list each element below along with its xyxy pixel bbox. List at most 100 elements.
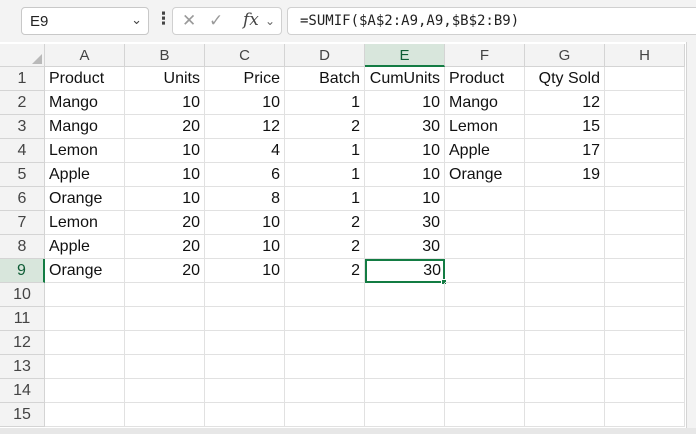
cell-c12[interactable] [205, 331, 285, 355]
active-cell[interactable]: 30 [365, 259, 445, 283]
cell-c8[interactable]: 10 [205, 235, 285, 259]
column-header-f[interactable]: F [445, 44, 525, 67]
cell-b3[interactable]: 20 [125, 115, 205, 139]
cell-g8[interactable] [525, 235, 605, 259]
cell-h12[interactable] [605, 331, 685, 355]
cell-g6[interactable] [525, 187, 605, 211]
cell-c13[interactable] [205, 355, 285, 379]
cell-c15[interactable] [205, 403, 285, 427]
cell-g10[interactable] [525, 283, 605, 307]
chevron-down-icon[interactable]: ⌄ [265, 14, 275, 28]
cell-a12[interactable] [45, 331, 125, 355]
formula-input[interactable]: =SUMIF($A$2:A9,A9,$B$2:B9) [287, 7, 696, 35]
row-header-14[interactable]: 14 [0, 379, 45, 403]
cell-e7[interactable]: 30 [365, 211, 445, 235]
cell-d9[interactable]: 2 [285, 259, 365, 283]
cell-c3[interactable]: 12 [205, 115, 285, 139]
cell-e6[interactable]: 10 [365, 187, 445, 211]
cell-f7[interactable] [445, 211, 525, 235]
column-header-d[interactable]: D [285, 44, 365, 67]
row-header-13[interactable]: 13 [0, 355, 45, 379]
cell-e12[interactable] [365, 331, 445, 355]
cell-c6[interactable]: 8 [205, 187, 285, 211]
cell-h5[interactable] [605, 163, 685, 187]
cell-a8[interactable]: Apple [45, 235, 125, 259]
cell-b14[interactable] [125, 379, 205, 403]
cell-d13[interactable] [285, 355, 365, 379]
check-icon[interactable]: ✓ [209, 11, 223, 31]
cell-h14[interactable] [605, 379, 685, 403]
cell-f10[interactable] [445, 283, 525, 307]
cell-b9[interactable]: 20 [125, 259, 205, 283]
cell-a7[interactable]: Lemon [45, 211, 125, 235]
cell-b12[interactable] [125, 331, 205, 355]
cell-e2[interactable]: 10 [365, 91, 445, 115]
cell-h1[interactable] [605, 67, 685, 91]
cell-e13[interactable] [365, 355, 445, 379]
cell-f1[interactable]: Product [445, 67, 525, 91]
cell-a11[interactable] [45, 307, 125, 331]
cell-f2[interactable]: Mango [445, 91, 525, 115]
cell-c10[interactable] [205, 283, 285, 307]
cell-e10[interactable] [365, 283, 445, 307]
row-header-4[interactable]: 4 [0, 139, 45, 163]
column-header-g[interactable]: G [525, 44, 605, 67]
cell-b15[interactable] [125, 403, 205, 427]
column-header-e[interactable]: E [365, 44, 445, 67]
cell-d14[interactable] [285, 379, 365, 403]
cell-b10[interactable] [125, 283, 205, 307]
cell-b2[interactable]: 10 [125, 91, 205, 115]
cell-d6[interactable]: 1 [285, 187, 365, 211]
x-icon[interactable]: ✕ [182, 11, 196, 31]
vertical-dots-icon[interactable]: ⋮ [155, 9, 172, 29]
cell-b11[interactable] [125, 307, 205, 331]
cell-g12[interactable] [525, 331, 605, 355]
cell-c4[interactable]: 4 [205, 139, 285, 163]
cell-d3[interactable]: 2 [285, 115, 365, 139]
row-header-12[interactable]: 12 [0, 331, 45, 355]
cell-h9[interactable] [605, 259, 685, 283]
cell-g9[interactable] [525, 259, 605, 283]
cell-f14[interactable] [445, 379, 525, 403]
cell-b4[interactable]: 10 [125, 139, 205, 163]
cell-g1[interactable]: Qty Sold [525, 67, 605, 91]
cell-g7[interactable] [525, 211, 605, 235]
cell-e15[interactable] [365, 403, 445, 427]
cell-a4[interactable]: Lemon [45, 139, 125, 163]
cell-e4[interactable]: 10 [365, 139, 445, 163]
cell-b5[interactable]: 10 [125, 163, 205, 187]
cell-a10[interactable] [45, 283, 125, 307]
cell-g13[interactable] [525, 355, 605, 379]
row-header-10[interactable]: 10 [0, 283, 45, 307]
cell-e3[interactable]: 30 [365, 115, 445, 139]
chevron-down-icon[interactable]: ⌄ [131, 12, 142, 28]
row-header-8[interactable]: 8 [0, 235, 45, 259]
cell-h4[interactable] [605, 139, 685, 163]
cell-e11[interactable] [365, 307, 445, 331]
cell-g4[interactable]: 17 [525, 139, 605, 163]
cell-a14[interactable] [45, 379, 125, 403]
cell-b13[interactable] [125, 355, 205, 379]
cell-a15[interactable] [45, 403, 125, 427]
cell-g15[interactable] [525, 403, 605, 427]
cell-a2[interactable]: Mango [45, 91, 125, 115]
cell-c2[interactable]: 10 [205, 91, 285, 115]
cell-g14[interactable] [525, 379, 605, 403]
cell-f12[interactable] [445, 331, 525, 355]
cell-g11[interactable] [525, 307, 605, 331]
cell-c11[interactable] [205, 307, 285, 331]
cell-h3[interactable] [605, 115, 685, 139]
cell-f11[interactable] [445, 307, 525, 331]
row-header-7[interactable]: 7 [0, 211, 45, 235]
cell-e8[interactable]: 30 [365, 235, 445, 259]
row-header-2[interactable]: 2 [0, 91, 45, 115]
cell-f4[interactable]: Apple [445, 139, 525, 163]
cell-d8[interactable]: 2 [285, 235, 365, 259]
cell-g5[interactable]: 19 [525, 163, 605, 187]
cell-b1[interactable]: Units [125, 67, 205, 91]
cell-c1[interactable]: Price [205, 67, 285, 91]
cell-h7[interactable] [605, 211, 685, 235]
cell-c14[interactable] [205, 379, 285, 403]
cell-d2[interactable]: 1 [285, 91, 365, 115]
cell-h6[interactable] [605, 187, 685, 211]
